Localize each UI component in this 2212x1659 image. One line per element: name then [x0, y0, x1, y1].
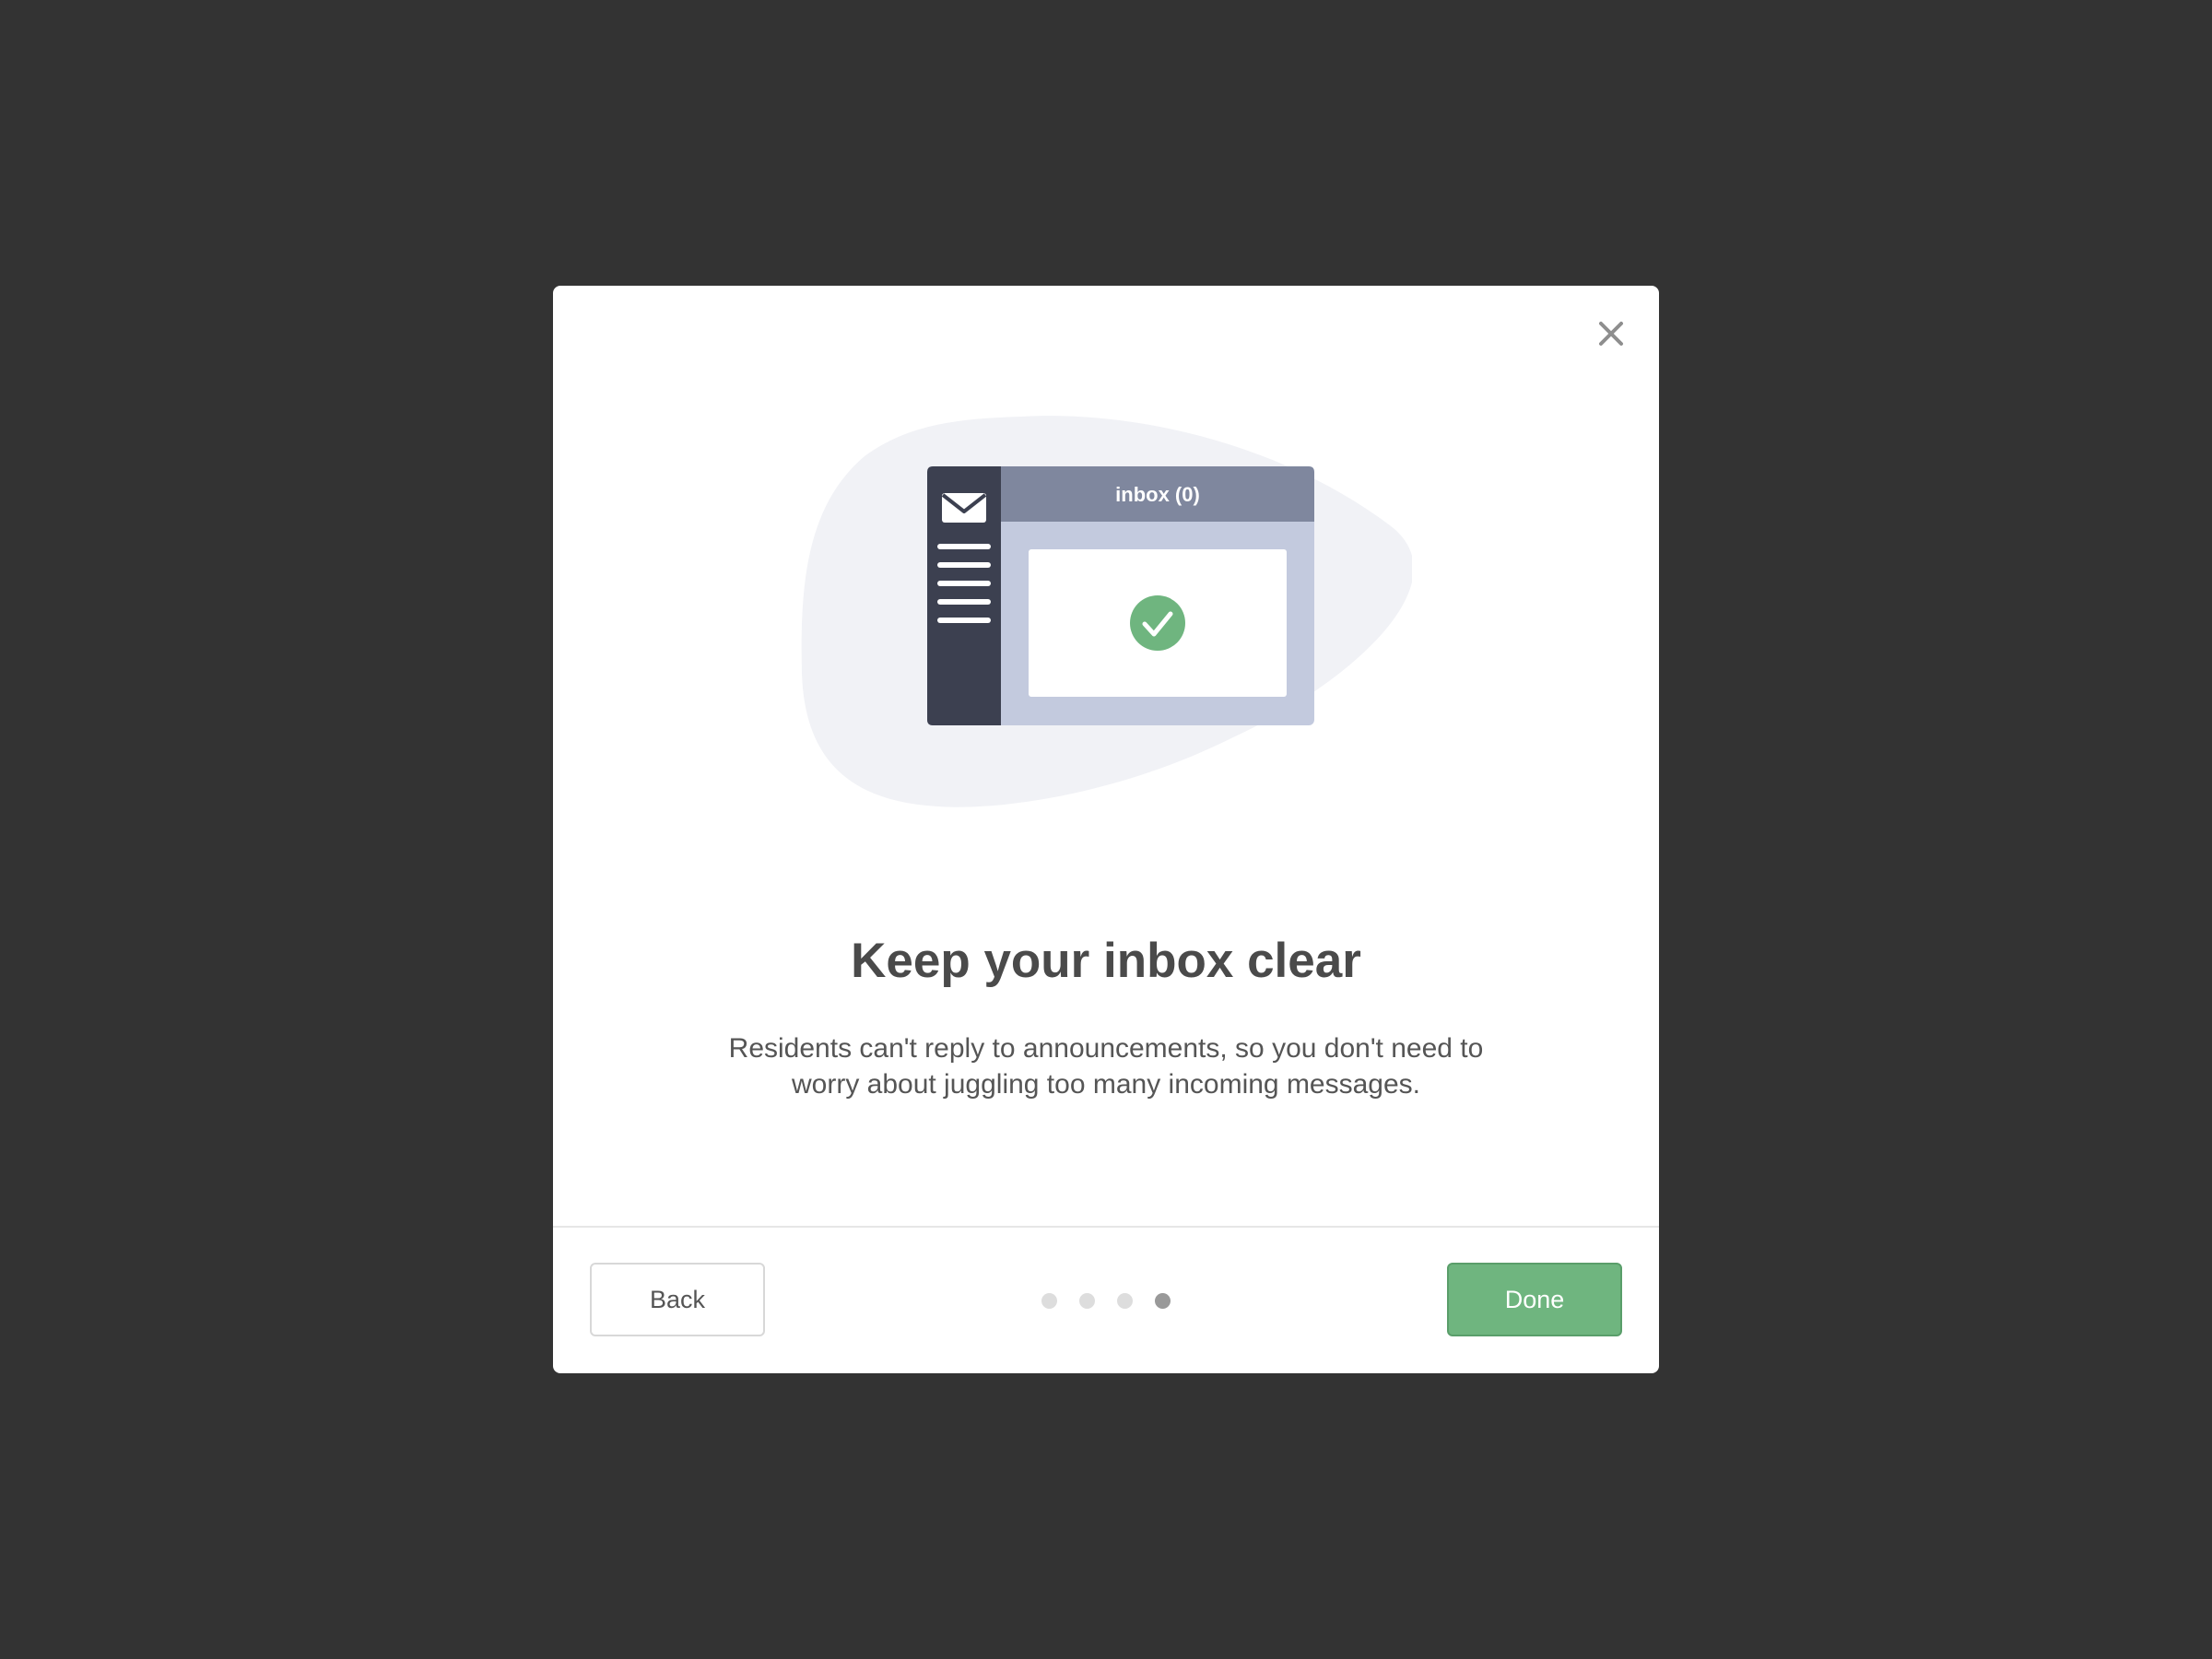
back-button[interactable]: Back — [590, 1263, 765, 1336]
modal-description: Residents can't reply to announcements, … — [728, 1033, 1484, 1100]
back-button-label: Back — [649, 1285, 706, 1313]
close-icon — [1599, 322, 1623, 346]
onboarding-modal: inbox (0) Keep your inbox clear Resident… — [553, 286, 1659, 1373]
modal-title: Keep your inbox clear — [851, 934, 1361, 988]
pagination-dot-4[interactable] — [1155, 1292, 1171, 1309]
done-button[interactable]: Done — [1447, 1263, 1622, 1336]
pagination-dot-2[interactable] — [1079, 1292, 1095, 1309]
done-button-label: Done — [1504, 1285, 1565, 1313]
pagination-dot-3[interactable] — [1117, 1292, 1133, 1309]
checkmark-circle-icon — [1130, 595, 1185, 651]
inbox-label: inbox (0) — [1115, 483, 1200, 506]
modal-footer: Back Done — [553, 1226, 1659, 1373]
envelope-icon — [941, 493, 987, 523]
close-button[interactable] — [1596, 319, 1626, 348]
pagination-dot-1[interactable] — [1041, 1292, 1057, 1309]
pagination-dots — [1041, 1292, 1171, 1309]
inbox-illustration: inbox (0) — [801, 416, 1412, 807]
